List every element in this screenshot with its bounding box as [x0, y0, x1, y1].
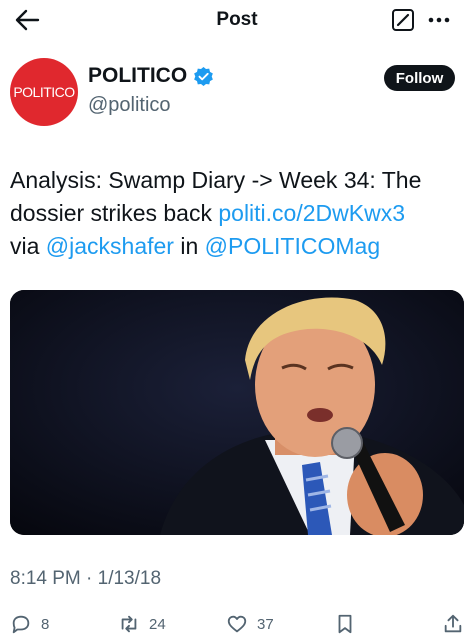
author-name[interactable]: POLITICO [88, 64, 187, 88]
avatar[interactable]: POLITICO [10, 58, 78, 126]
repost-button[interactable]: 24 [118, 613, 166, 635]
post-timestamp: 8:14 PM · 1/13/18 [10, 568, 162, 589]
reply-button[interactable]: 8 [10, 613, 49, 635]
tweet-photo[interactable] [10, 290, 464, 535]
action-bar: 8 24 37 [0, 610, 474, 639]
reply-icon [12, 615, 30, 634]
repost-icon [121, 615, 137, 633]
author-handle[interactable]: @politico [88, 94, 171, 117]
tweet-text-in: in [173, 233, 205, 259]
like-count: 37 [257, 615, 274, 633]
follow-button[interactable]: Follow [384, 65, 455, 91]
reply-count: 8 [41, 615, 50, 633]
repost-count: 24 [149, 615, 166, 633]
mention-politicomag[interactable]: @POLITICOMag [205, 233, 380, 259]
share-button[interactable] [442, 613, 464, 635]
tweet-text: Analysis: Swamp Diary -> Week 34: The do… [10, 164, 468, 263]
top-bar: Post [0, 0, 474, 40]
bookmark-icon [338, 614, 352, 634]
heart-icon [227, 615, 247, 633]
tweet-link[interactable]: politi.co/2DwKwx3 [218, 200, 405, 226]
bookmark-button[interactable] [334, 613, 356, 635]
share-icon [444, 614, 462, 633]
mention-jackshafer[interactable]: @jackshafer [46, 233, 174, 259]
author-name-row: POLITICO [88, 64, 214, 88]
grok-icon[interactable] [391, 8, 415, 32]
photo-illustration [10, 290, 464, 535]
tweet-text-via: via [10, 233, 46, 259]
verified-badge-icon [194, 66, 214, 86]
avatar-logo-text: POLITICO [13, 84, 75, 100]
more-options-icon[interactable] [427, 9, 451, 31]
like-button[interactable]: 37 [226, 613, 274, 635]
